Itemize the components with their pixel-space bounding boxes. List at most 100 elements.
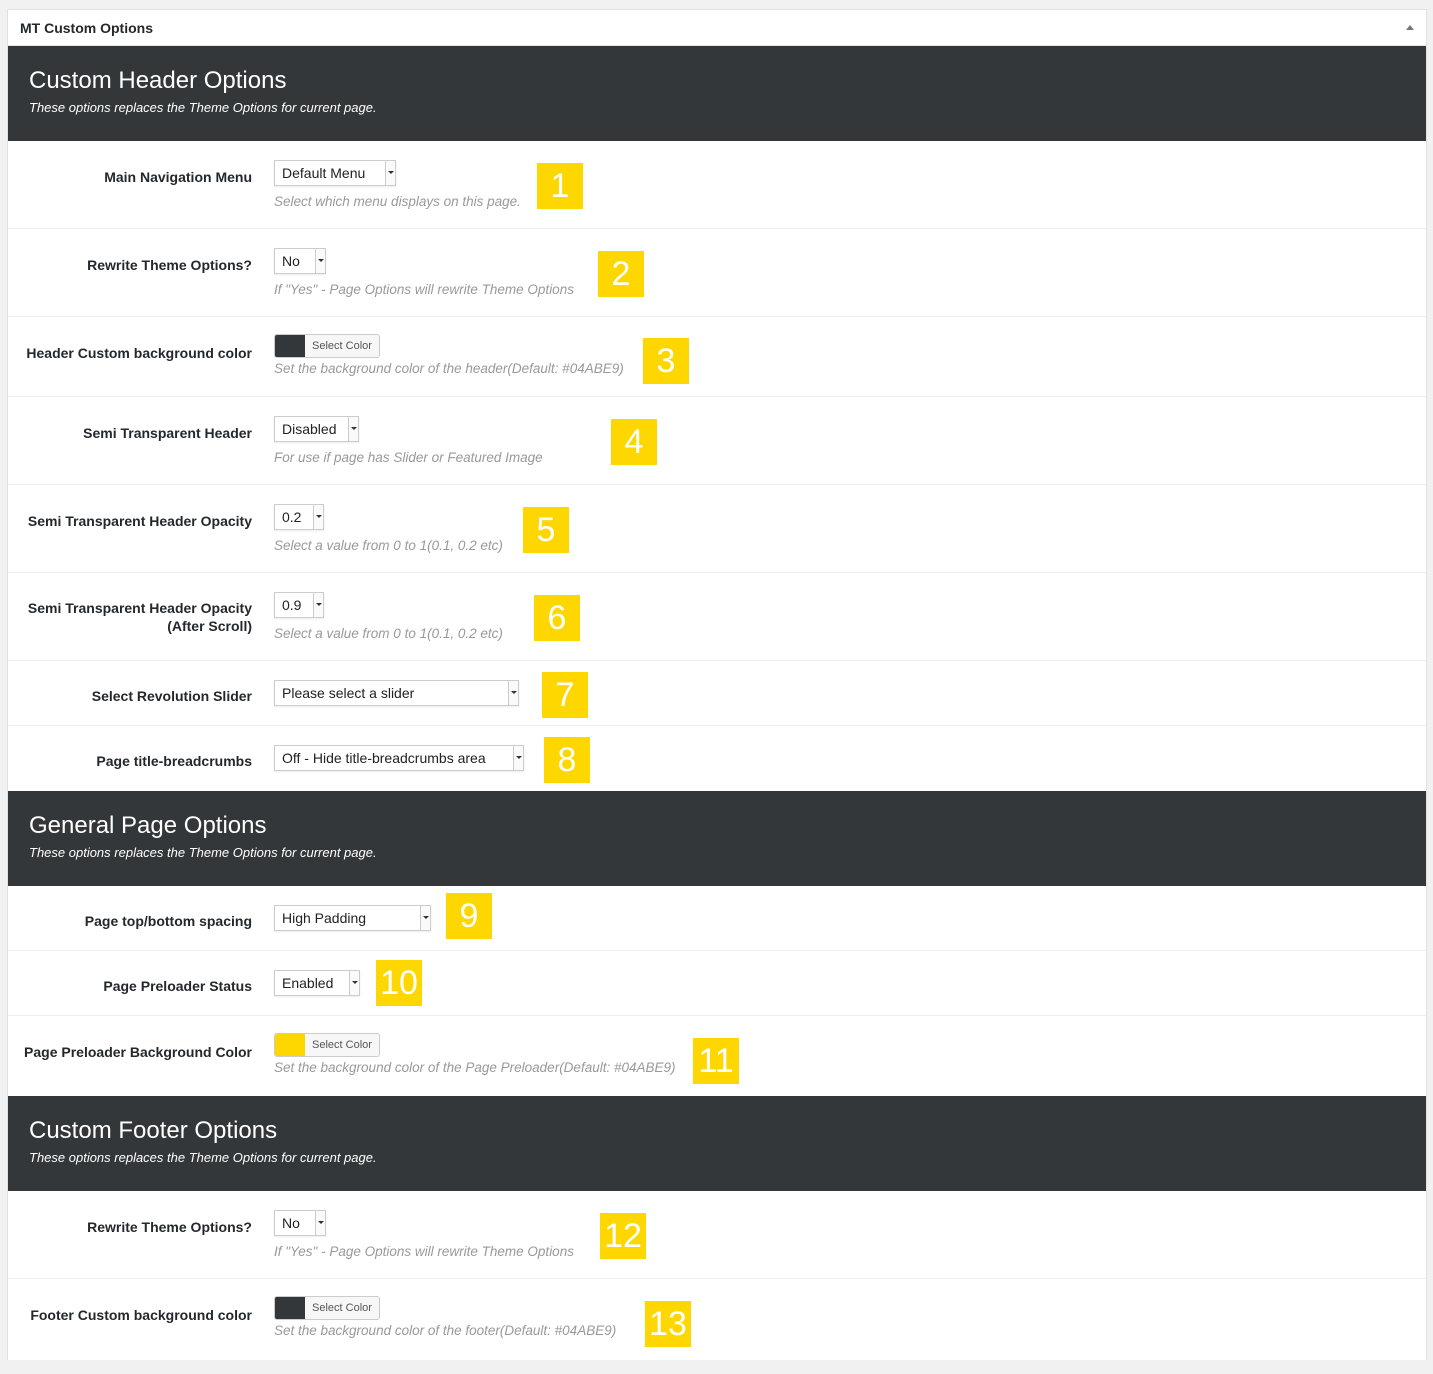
section-title: Custom Header Options bbox=[29, 67, 287, 94]
dropdown-arrow-icon bbox=[385, 161, 395, 185]
preloader-bg-color-button[interactable]: Select Color bbox=[274, 1033, 380, 1057]
annotation-badge: 4 bbox=[611, 419, 657, 465]
semi-opacity-scroll-label-line1: Semi Transparent Header Opacity bbox=[27, 600, 252, 616]
main-nav-select-value: Default Menu bbox=[282, 165, 366, 181]
color-swatch bbox=[275, 1297, 305, 1319]
preloader-bg-label: Page Preloader Background Color bbox=[24, 1044, 252, 1060]
main-nav-select[interactable]: Default Menu bbox=[274, 160, 396, 186]
header-bg-desc: Set the background color of the header(D… bbox=[274, 361, 624, 376]
semi-opacity-scroll-label-line2: (After Scroll) bbox=[167, 618, 252, 634]
footer-bg-label: Footer Custom background color bbox=[30, 1307, 252, 1323]
header-bg-color-button[interactable]: Select Color bbox=[274, 334, 380, 358]
annotation-badge: 7 bbox=[542, 672, 588, 718]
row-semi-transparent-header: Semi Transparent Header Disabled For use… bbox=[8, 397, 1426, 485]
section-subtitle: These options replaces the Theme Options… bbox=[29, 1150, 377, 1165]
semi-opacity-label: Semi Transparent Header Opacity bbox=[27, 513, 252, 529]
spacing-label: Page top/bottom spacing bbox=[84, 913, 252, 929]
annotation-badge: 12 bbox=[600, 1213, 646, 1259]
preloader-select-value: Enabled bbox=[282, 975, 334, 991]
dropdown-arrow-icon bbox=[348, 417, 358, 441]
annotation-badge: 3 bbox=[643, 338, 689, 384]
annotation-badge: 13 bbox=[645, 1301, 691, 1347]
rewrite-theme-select[interactable]: No bbox=[274, 248, 326, 274]
color-swatch bbox=[275, 1034, 305, 1056]
row-preloader-bg-color: Page Preloader Background Color Select C… bbox=[8, 1016, 1426, 1096]
color-swatch bbox=[275, 335, 305, 357]
dropdown-arrow-icon bbox=[313, 593, 323, 617]
mt-custom-options-panel: MT Custom Options Custom Header Options … bbox=[7, 9, 1427, 1360]
semi-opacity-scroll-select[interactable]: 0.9 bbox=[274, 592, 324, 618]
footer-rewrite-select[interactable]: No bbox=[274, 1210, 326, 1236]
main-nav-label: Main Navigation Menu bbox=[104, 169, 252, 185]
semi-header-select-value: Disabled bbox=[282, 421, 337, 437]
row-footer-bg-color: Footer Custom background color Select Co… bbox=[8, 1279, 1426, 1360]
rewrite-theme-label: Rewrite Theme Options? bbox=[87, 257, 252, 273]
section-custom-header: Custom Header Options These options repl… bbox=[8, 46, 1426, 141]
preloader-label: Page Preloader Status bbox=[103, 978, 252, 994]
semi-header-select[interactable]: Disabled bbox=[274, 416, 359, 442]
dropdown-arrow-icon bbox=[315, 249, 325, 273]
breadcrumbs-select[interactable]: Off - Hide title-breadcrumbs area bbox=[274, 745, 524, 771]
header-bg-label: Header Custom background color bbox=[26, 345, 252, 361]
row-semi-opacity-after-scroll: Semi Transparent Header Opacity (After S… bbox=[8, 573, 1426, 661]
row-title-breadcrumbs: Page title-breadcrumbs Off - Hide title-… bbox=[8, 726, 1426, 791]
row-header-bg-color: Header Custom background color Select Co… bbox=[8, 317, 1426, 397]
row-footer-rewrite-theme: Rewrite Theme Options? No If "Yes" - Pag… bbox=[8, 1191, 1426, 1279]
rewrite-theme-desc: If "Yes" - Page Options will rewrite The… bbox=[274, 282, 574, 297]
dropdown-arrow-icon bbox=[513, 746, 523, 770]
annotation-badge: 8 bbox=[544, 737, 590, 783]
semi-opacity-scroll-select-value: 0.9 bbox=[282, 597, 302, 613]
row-revolution-slider: Select Revolution Slider Please select a… bbox=[8, 661, 1426, 726]
panel-title: MT Custom Options bbox=[20, 20, 153, 36]
section-custom-footer: Custom Footer Options These options repl… bbox=[8, 1096, 1426, 1191]
select-color-label: Select Color bbox=[312, 340, 372, 352]
dropdown-arrow-icon bbox=[349, 971, 359, 995]
panel-header[interactable]: MT Custom Options bbox=[8, 10, 1426, 46]
rev-slider-label: Select Revolution Slider bbox=[91, 688, 252, 704]
collapse-arrow-icon[interactable] bbox=[1406, 25, 1414, 30]
semi-opacity-select-value: 0.2 bbox=[282, 509, 302, 525]
row-main-navigation-menu: Main Navigation Menu Default Menu Select… bbox=[8, 141, 1426, 229]
semi-opacity-desc: Select a value from 0 to 1(0.1, 0.2 etc) bbox=[274, 538, 503, 553]
row-preloader-status: Page Preloader Status Enabled 10 bbox=[8, 951, 1426, 1016]
row-page-spacing: Page top/bottom spacing High Padding 9 bbox=[8, 886, 1426, 951]
section-title: Custom Footer Options bbox=[29, 1117, 278, 1144]
footer-rewrite-select-value: No bbox=[282, 1215, 300, 1231]
annotation-badge: 1 bbox=[537, 163, 583, 209]
dropdown-arrow-icon bbox=[420, 906, 430, 930]
footer-rewrite-desc: If "Yes" - Page Options will rewrite The… bbox=[274, 1244, 574, 1259]
dropdown-arrow-icon bbox=[315, 1211, 325, 1235]
footer-bg-desc: Set the background color of the footer(D… bbox=[274, 1323, 617, 1338]
semi-opacity-select[interactable]: 0.2 bbox=[274, 504, 324, 530]
annotation-badge: 5 bbox=[523, 507, 569, 553]
annotation-badge: 2 bbox=[598, 251, 644, 297]
semi-header-label: Semi Transparent Header bbox=[83, 425, 252, 441]
preloader-select[interactable]: Enabled bbox=[274, 970, 360, 996]
annotation-badge: 11 bbox=[693, 1038, 739, 1084]
rev-slider-select[interactable]: Please select a slider bbox=[274, 680, 519, 706]
dropdown-arrow-icon bbox=[313, 505, 323, 529]
annotation-badge: 6 bbox=[534, 595, 580, 641]
semi-header-desc: For use if page has Slider or Featured I… bbox=[274, 450, 543, 465]
select-color-label: Select Color bbox=[312, 1039, 372, 1051]
semi-opacity-scroll-label: Semi Transparent Header Opacity (After S… bbox=[28, 599, 252, 635]
select-color-label: Select Color bbox=[312, 1302, 372, 1314]
rewrite-theme-select-value: No bbox=[282, 253, 300, 269]
section-subtitle: These options replaces the Theme Options… bbox=[29, 845, 377, 860]
annotation-badge: 10 bbox=[376, 960, 422, 1006]
row-rewrite-theme-options: Rewrite Theme Options? No If "Yes" - Pag… bbox=[8, 229, 1426, 317]
semi-opacity-scroll-desc: Select a value from 0 to 1(0.1, 0.2 etc) bbox=[274, 626, 503, 641]
section-title: General Page Options bbox=[29, 812, 267, 839]
main-nav-desc: Select which menu displays on this page. bbox=[274, 194, 521, 209]
annotation-badge: 9 bbox=[446, 893, 492, 939]
spacing-select[interactable]: High Padding bbox=[274, 905, 431, 931]
footer-bg-color-button[interactable]: Select Color bbox=[274, 1296, 380, 1320]
breadcrumbs-label: Page title-breadcrumbs bbox=[96, 753, 252, 769]
row-semi-opacity: Semi Transparent Header Opacity 0.2 Sele… bbox=[8, 485, 1426, 573]
rev-slider-select-value: Please select a slider bbox=[282, 685, 415, 701]
section-subtitle: These options replaces the Theme Options… bbox=[29, 100, 377, 115]
breadcrumbs-select-value: Off - Hide title-breadcrumbs area bbox=[282, 750, 486, 766]
footer-rewrite-label: Rewrite Theme Options? bbox=[87, 1219, 252, 1235]
spacing-select-value: High Padding bbox=[282, 910, 367, 926]
section-general-page: General Page Options These options repla… bbox=[8, 791, 1426, 886]
